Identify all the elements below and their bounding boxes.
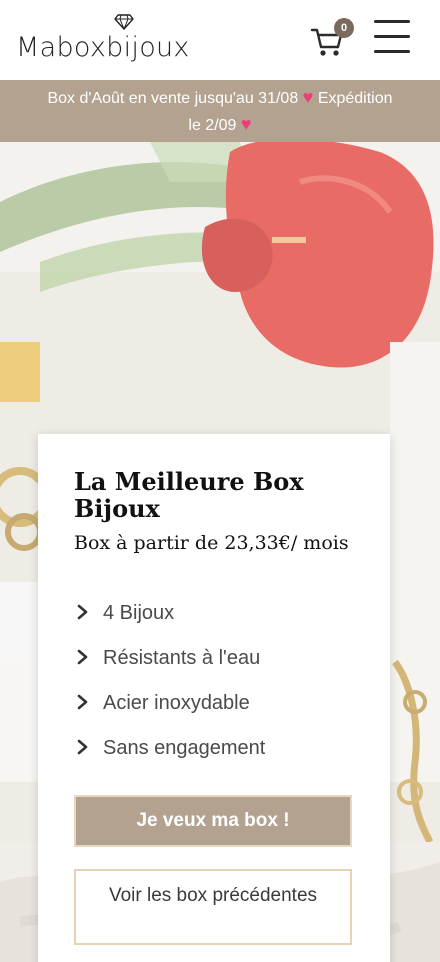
chevron-right-icon (77, 694, 88, 710)
site-logo[interactable]: Maboxbijoux (16, 14, 189, 64)
cart-button[interactable]: 0 (310, 18, 354, 60)
price-subtitle: Box à partir de 23,33€/ mois (74, 532, 349, 554)
logo-text: Maboxbijoux (16, 32, 190, 63)
feature-item: Résistants à l'eau (74, 643, 364, 673)
chevron-right-icon (77, 739, 88, 755)
site-header: Maboxbijoux 0 (0, 0, 440, 80)
diamond-icon (114, 14, 134, 30)
announcement-bar: Box d'Août en vente jusqu'au 31/08 ♥ Exp… (0, 80, 440, 142)
hero-section: La Meilleure Box Bijoux Box à partir de … (0, 142, 440, 962)
feature-label: 4 Bijoux (103, 602, 175, 624)
feature-item: Sans engagement (74, 733, 364, 763)
menu-button[interactable] (372, 18, 412, 56)
previous-boxes-button[interactable]: Voir les box précédentes (74, 869, 352, 945)
hero-card: La Meilleure Box Bijoux Box à partir de … (38, 434, 390, 962)
feature-label: Résistants à l'eau (103, 647, 261, 669)
heart-icon: ♥ (302, 87, 314, 107)
cart-count-badge: 0 (334, 18, 354, 38)
card-title: La Meilleure Box Bijoux (74, 467, 304, 523)
chevron-right-icon (77, 649, 88, 665)
feature-item: Acier inoxydable (74, 688, 364, 718)
heart-icon: ♥ (240, 114, 252, 134)
announcement-text-shipping: Expédition (317, 90, 393, 107)
buy-box-button[interactable]: Je veux ma box ! (74, 795, 352, 847)
chevron-right-icon (77, 604, 88, 620)
feature-label: Acier inoxydable (103, 692, 250, 714)
feature-label: Sans engagement (103, 737, 266, 759)
hamburger-menu-icon (374, 20, 410, 23)
announcement-text: Box d'Août en vente jusqu'au 31/08 (47, 90, 299, 107)
announcement-text-date: le 2/09 (188, 117, 237, 134)
feature-item: 4 Bijoux (74, 598, 364, 628)
